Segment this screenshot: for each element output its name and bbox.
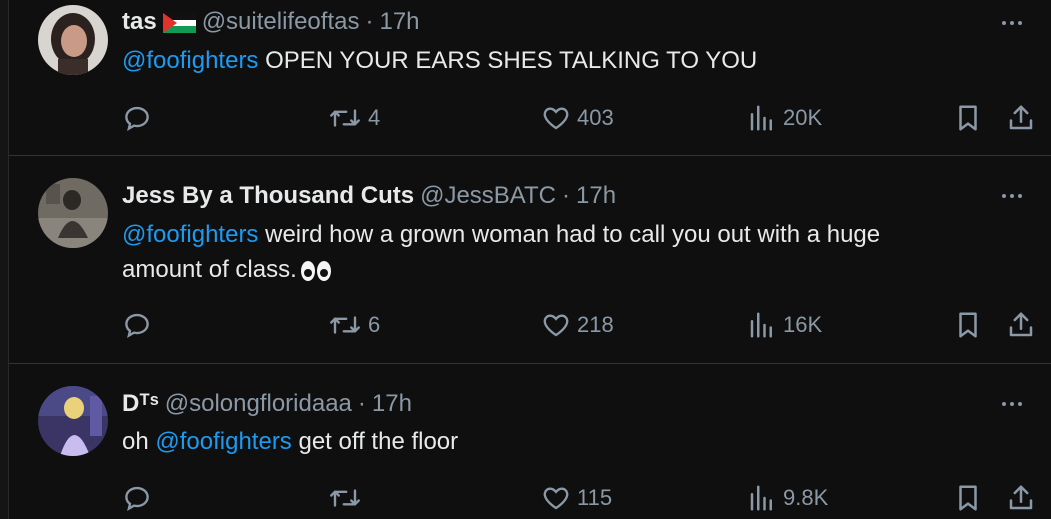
share-button[interactable]	[1006, 308, 1036, 342]
tweet[interactable]: tas @suitelifeoftas · 17h @foofighters O…	[9, 0, 1051, 156]
display-name[interactable]: Jess By a Thousand Cuts	[122, 182, 414, 210]
mention-link[interactable]: @foofighters	[122, 47, 258, 74]
views-icon	[750, 105, 772, 131]
view-count: 20K	[783, 105, 823, 130]
like-count: 218	[577, 312, 614, 337]
like-button[interactable]: 403	[541, 101, 614, 135]
mention-link[interactable]: @foofighters	[155, 428, 291, 455]
mention-link[interactable]: @foofighters	[122, 221, 258, 248]
views-icon	[750, 485, 772, 511]
handle[interactable]: @JessBATC	[420, 182, 556, 210]
views-button[interactable]: 20K	[747, 101, 822, 135]
bookmark-icon	[959, 105, 977, 131]
handle[interactable]: @suitelifeoftas	[202, 8, 360, 36]
share-button[interactable]	[1006, 101, 1036, 135]
more-icon[interactable]	[997, 13, 1027, 33]
tweet-text: oh @foofighters get off the floor	[122, 424, 991, 459]
timestamp[interactable]: 17h	[576, 182, 616, 210]
view-count: 16K	[783, 312, 823, 337]
timestamp[interactable]: 17h	[379, 8, 419, 36]
bookmark-icon	[959, 485, 977, 511]
reply-button[interactable]	[122, 481, 152, 515]
tweet-actions: 4 403 20K	[9, 101, 1051, 135]
share-icon	[1009, 485, 1033, 510]
tweet-header: tas @suitelifeoftas · 17h	[122, 7, 991, 37]
palestine-flag-icon	[162, 12, 196, 33]
view-count: 9.8K	[783, 485, 829, 510]
display-name[interactable]: tas	[122, 8, 157, 36]
avatar[interactable]	[38, 5, 108, 75]
retweet-button[interactable]: 6	[328, 308, 380, 342]
bookmark-button[interactable]	[953, 101, 983, 135]
retweet-count: 4	[368, 105, 381, 130]
avatar[interactable]	[38, 386, 108, 456]
tweet-header: Jess By a Thousand Cuts @JessBATC · 17h	[122, 181, 991, 211]
more-icon[interactable]	[997, 394, 1027, 414]
eyes-emoji-icon	[300, 260, 331, 281]
bookmark-button[interactable]	[953, 308, 983, 342]
timestamp[interactable]: 17h	[372, 390, 412, 418]
tweet-text-content: OPEN YOUR EARS SHES TALKING TO YOU	[258, 47, 758, 74]
retweet-button[interactable]	[328, 481, 368, 515]
tweet-text-content-line2: amount of class.	[122, 256, 297, 283]
share-button[interactable]	[1006, 481, 1036, 515]
separator: ·	[562, 182, 571, 209]
tweet-actions: 6 218 16K	[9, 308, 1051, 342]
heart-icon	[543, 107, 569, 130]
reply-icon	[125, 106, 149, 132]
reply-icon	[125, 313, 149, 339]
like-count: 403	[577, 105, 614, 130]
views-icon	[750, 312, 772, 338]
bookmark-icon	[959, 312, 977, 338]
like-count: 115	[577, 485, 613, 510]
display-name[interactable]: Dᵀˢ	[122, 390, 159, 418]
tweet-text: @foofighters OPEN YOUR EARS SHES TALKING…	[122, 43, 991, 78]
retweet-icon	[330, 316, 360, 334]
reply-icon	[125, 486, 149, 512]
retweet-count: 6	[368, 312, 381, 337]
tweet[interactable]: Dᵀˢ @solongfloridaaa · 17h oh @foofighte…	[9, 364, 1051, 519]
tweet-header: Dᵀˢ @solongfloridaaa · 17h	[122, 389, 991, 419]
tweet[interactable]: Jess By a Thousand Cuts @JessBATC · 17h …	[9, 156, 1051, 364]
separator: ·	[357, 390, 366, 417]
tweet-text: @foofighters weird how a grown woman had…	[122, 217, 991, 287]
retweet-icon	[330, 489, 360, 507]
tweet-text-content: get off the floor	[291, 428, 459, 455]
avatar[interactable]	[38, 178, 108, 248]
heart-icon	[543, 487, 569, 510]
left-rail	[0, 0, 9, 519]
reply-button[interactable]	[122, 308, 152, 342]
views-button[interactable]: 9.8K	[747, 481, 828, 515]
tweet-text-prefix: oh	[122, 428, 156, 455]
handle[interactable]: @solongfloridaaa	[165, 390, 352, 418]
separator: ·	[365, 8, 374, 35]
views-button[interactable]: 16K	[747, 308, 822, 342]
more-icon[interactable]	[997, 186, 1027, 206]
reply-button[interactable]	[122, 101, 152, 135]
retweet-icon	[330, 109, 360, 127]
share-icon	[1009, 105, 1033, 130]
like-button[interactable]: 218	[541, 308, 614, 342]
bookmark-button[interactable]	[953, 481, 983, 515]
tweet-actions: 115 9.8K	[9, 481, 1051, 515]
like-button[interactable]: 115	[541, 481, 612, 515]
share-icon	[1009, 312, 1033, 337]
tweet-text-content: weird how a grown woman had to call you …	[258, 221, 881, 248]
heart-icon	[543, 314, 569, 337]
retweet-button[interactable]: 4	[328, 101, 380, 135]
